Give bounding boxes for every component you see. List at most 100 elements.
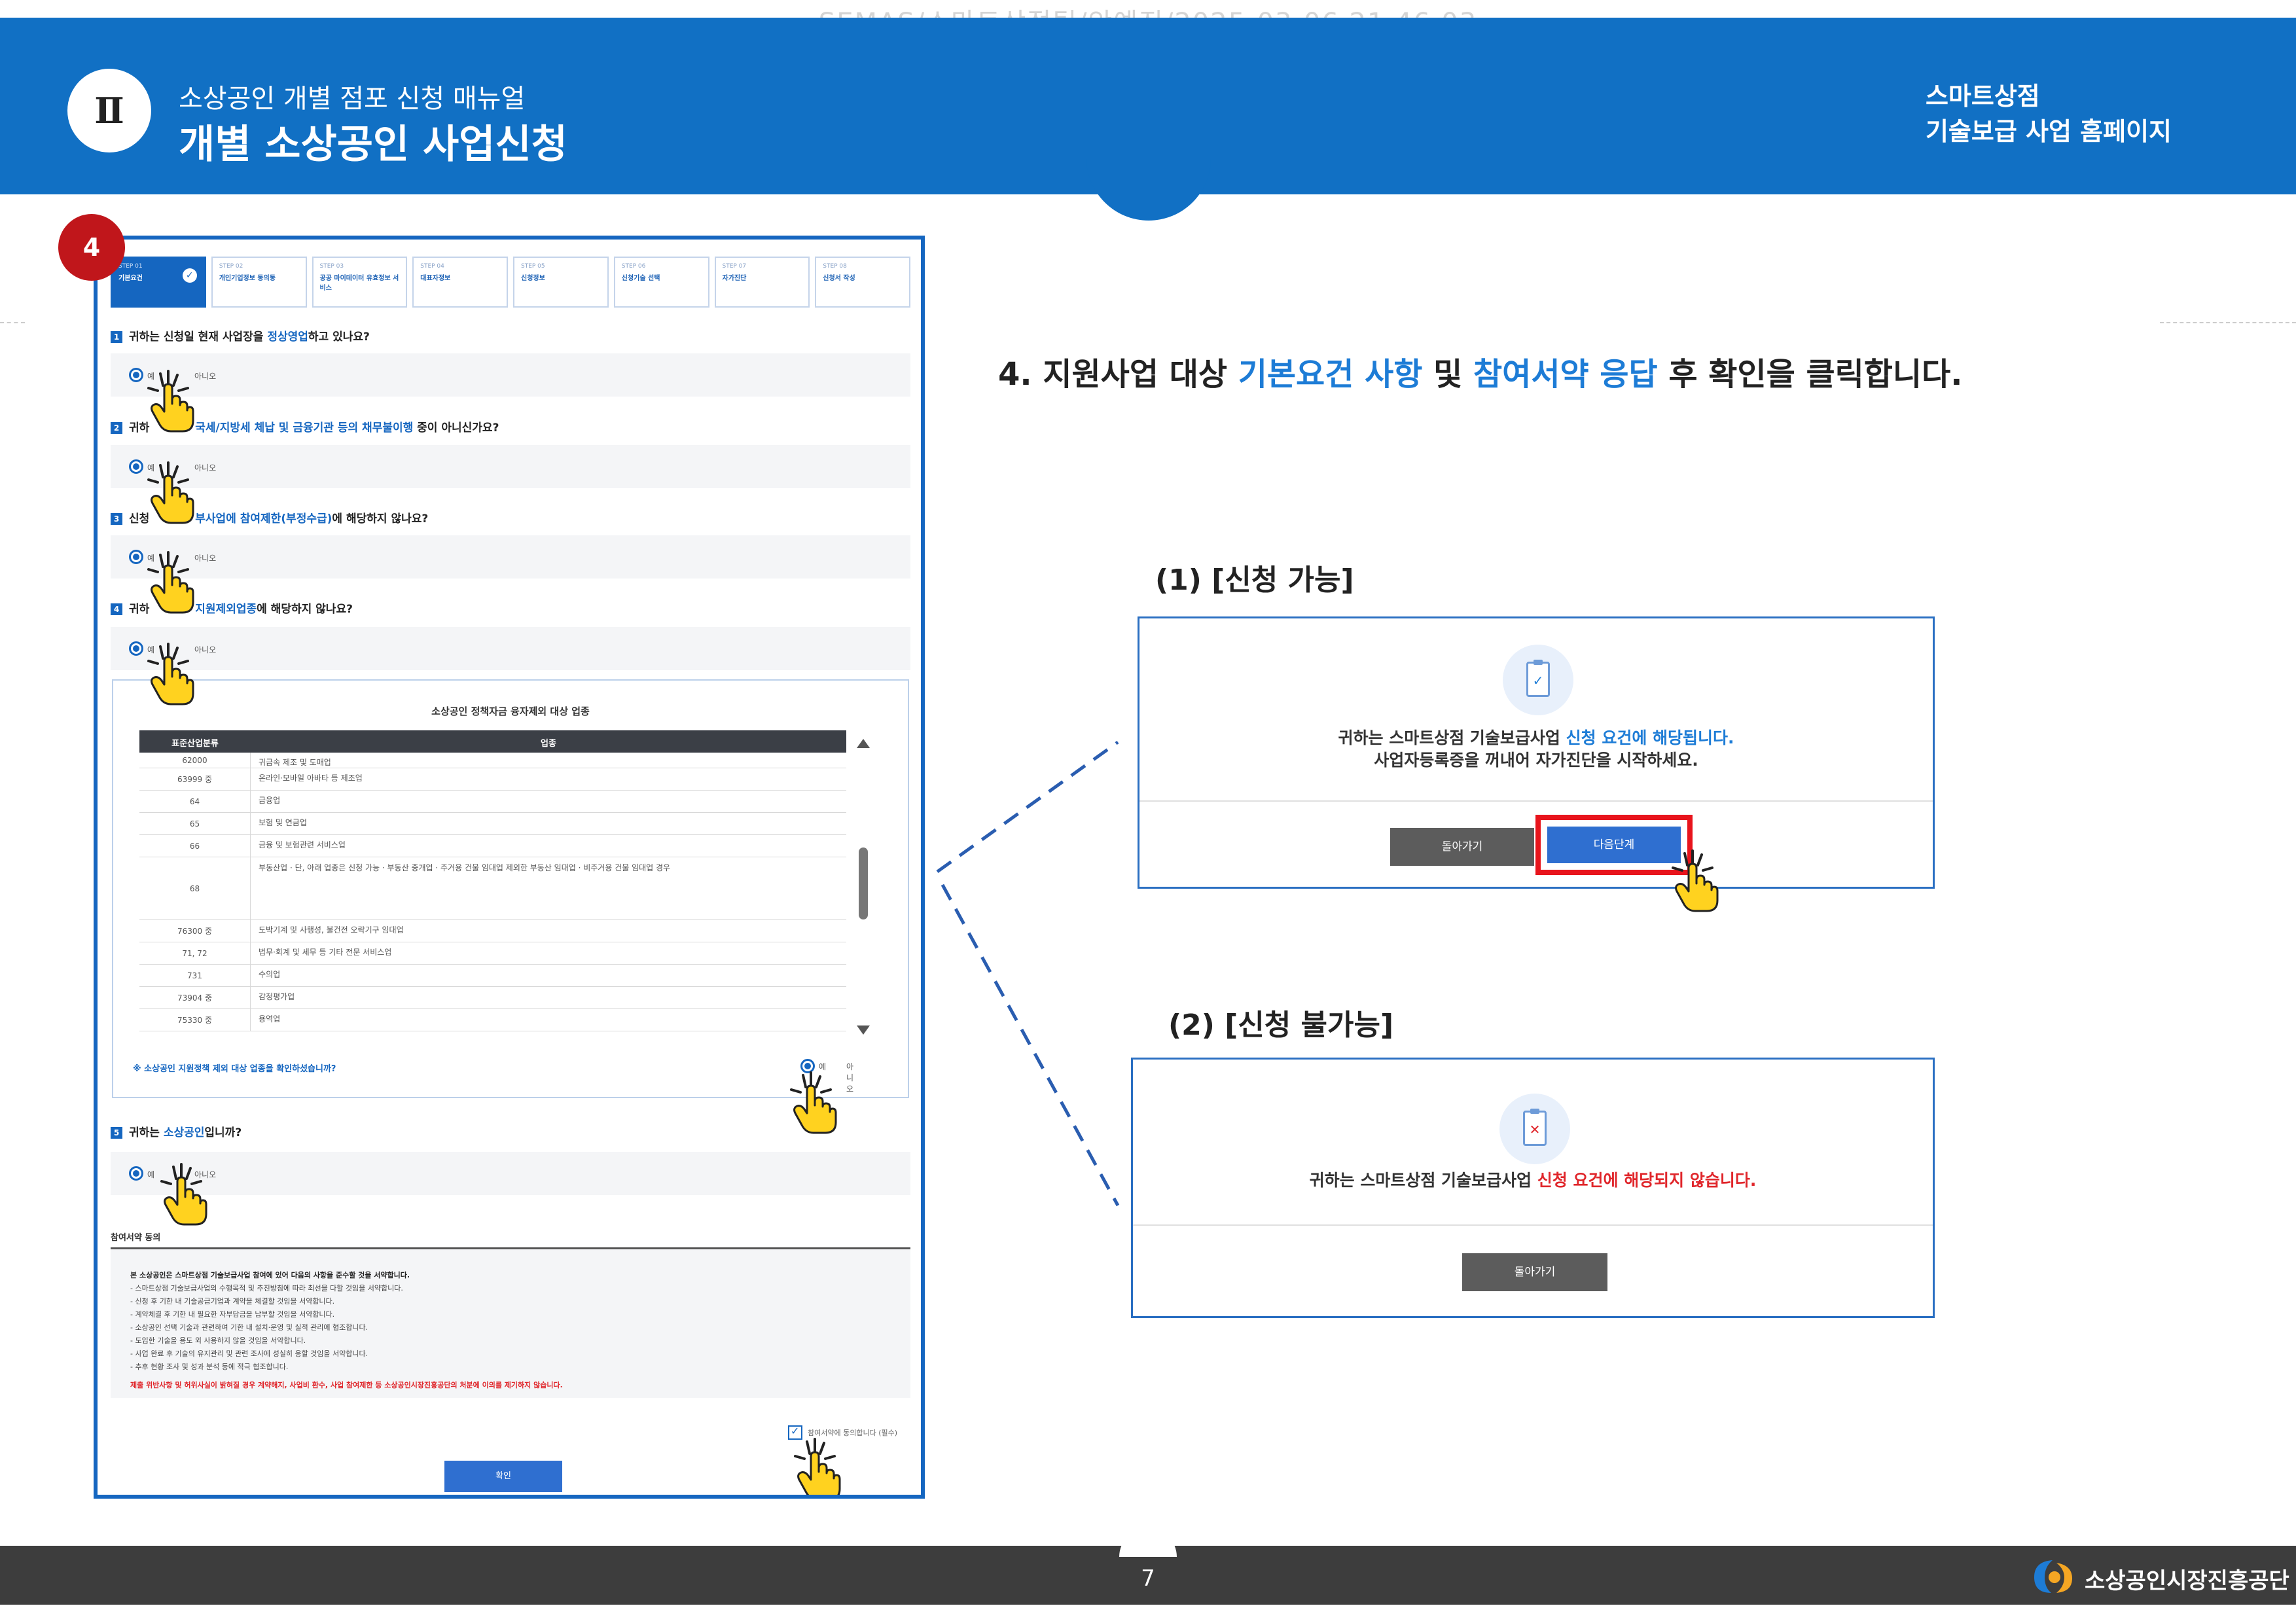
step-label: 자가진단 (722, 275, 747, 282)
instruction-highlight: 기본요건 사항 (1238, 356, 1423, 393)
question-number: 5 (111, 1127, 122, 1139)
scroll-thumb[interactable] (859, 847, 868, 919)
message-text: 사업자등록증을 꺼내어 자가진단을 시작하세요. (1374, 751, 1698, 770)
table-cell-code: 71, 72 (139, 942, 251, 964)
table-row: 76300 중 도박기계 및 사행성, 불건전 오락기구 임대업 (139, 920, 846, 942)
question-highlight: 부사업에 참여제한(부정수급) (195, 512, 332, 526)
table-cell-code: 731 (139, 965, 251, 986)
radio-no-label[interactable]: 아니오 (846, 1061, 853, 1094)
pointer-hand-icon (147, 461, 194, 524)
table-cell-code: 73904 중 (139, 987, 251, 1008)
step-06[interactable]: STEP 06 신청기술 선택 (613, 257, 709, 308)
radio-no-label[interactable]: 아니오 (194, 462, 216, 473)
question-text: 귀하는 신청일 현재 사업장을 (129, 330, 264, 344)
scroll-up-icon[interactable] (857, 739, 870, 748)
answer-row-3: 예 아니오 (111, 535, 910, 579)
table-cell-industry: 금융업 (259, 796, 281, 805)
agreement-heading: 본 소상공인은 스마트상점 기술보급사업 참여에 있어 다음의 사항을 준수할 … (130, 1271, 410, 1279)
agreement-box: 본 소상공인은 스마트상점 기술보급사업 참여에 있어 다음의 사항을 준수할 … (111, 1247, 910, 1398)
step-07[interactable]: STEP 07 자가진단 (714, 257, 810, 308)
table-body[interactable]: 62000 귀금속 제조 및 도매업 63999 중 온라인·모바일 아바타 등 제… (139, 753, 846, 1034)
question-3: 3 신청 부사업에 참여제한(부정수급)에 해당하지 않나요? (111, 509, 910, 526)
question-text: 에 해당하지 않나요? (332, 512, 429, 526)
step-label: 대표자정보 (420, 275, 451, 282)
step-number: STEP 04 (420, 263, 444, 270)
scroll-down-icon[interactable] (857, 1026, 870, 1035)
step-number: STEP 05 (521, 263, 545, 270)
table-row: 63999 중 온라인·모바일 아바타 등 제조업 (139, 768, 846, 791)
dialog-divider (1139, 800, 1933, 802)
radio-yes[interactable] (129, 550, 143, 564)
chapter-badge: Ⅱ (67, 69, 151, 152)
step-04[interactable]: STEP 04 대표자정보 (412, 257, 508, 308)
question-text: 에 해당하지 않나요? (257, 603, 353, 616)
table-row: 71, 72 법무·회계 및 세무 등 기타 전문 서비스업 (139, 942, 846, 965)
question-text: 하고 있나요? (308, 330, 370, 344)
step-01[interactable]: STEP 01 기본요건 ✓ (111, 257, 206, 308)
step-05[interactable]: STEP 05 신청정보 (513, 257, 609, 308)
agreement-item: - 사업 완료 후 기술의 유지관리 및 관련 조사에 성실히 응할 것임을 서… (130, 1349, 368, 1358)
question-2: 2 귀하 국세/지방세 체납 및 금융기관 등의 채무불이행 중이 아니신가요? (111, 418, 910, 435)
back-button[interactable]: 돌아가기 (1390, 828, 1534, 866)
table-cell-industry: 법무·회계 및 세무 등 기타 전문 서비스업 (259, 948, 392, 957)
table-header: 표준산업분류 업종 (139, 730, 846, 753)
radio-no-label[interactable]: 아니오 (194, 370, 216, 382)
question-text: 입니까? (204, 1126, 242, 1139)
table-row: 66 금융 및 보험관련 서비스업 (139, 835, 846, 857)
step-number: STEP 07 (722, 263, 747, 270)
table-cell-code: 68 (139, 857, 251, 919)
radio-no-label[interactable]: 아니오 (194, 552, 216, 563)
header-site-name: 스마트상점 기술보급 사업 홈페이지 (1926, 79, 2172, 149)
x-mark: ✕ (1529, 1122, 1541, 1137)
back-button[interactable]: 돌아가기 (1462, 1253, 1607, 1291)
column-header-industry: 업종 (541, 739, 556, 749)
instruction-text: 4. 지원사업 대상 기본요건 사항 및 참여서약 응답 후 확인을 클릭합니다… (998, 348, 1962, 394)
table-cell-code: 76300 중 (139, 920, 251, 942)
step-02[interactable]: STEP 02 개인기업정보 동의동 (211, 257, 307, 308)
step-number: STEP 03 (319, 263, 344, 270)
question-highlight: 소상공인 (163, 1126, 205, 1139)
page-title: 개별 소상공인 사업신청 (179, 122, 567, 168)
footer-org-name: 소상공인시장진흥공단 (2085, 1568, 2289, 1594)
step-08[interactable]: STEP 08 신청서 작성 (815, 257, 910, 308)
answer-row-2: 예 아니오 (111, 445, 910, 488)
message-highlight: 신청 요건에 해당됩니다. (1566, 728, 1734, 747)
step-label: 신청서 작성 (823, 275, 855, 282)
pointer-hand-icon (147, 643, 194, 705)
agreement-title: 참여서약 동의 (111, 1233, 161, 1243)
step-number: STEP 06 (621, 263, 646, 270)
next-step-button[interactable]: 다음단계 (1547, 827, 1681, 863)
radio-yes[interactable] (129, 459, 143, 474)
step-number: STEP 08 (823, 263, 847, 270)
agreement-item: - 계약체결 후 기한 내 필요한 자부담금을 납부할 것임을 서약합니다. (130, 1310, 335, 1319)
table-row: 731 수의업 (139, 965, 846, 987)
table-scrollbar[interactable] (855, 736, 872, 1037)
step-03[interactable]: STEP 03 공공 마이데이터 유효정보 서비스 (312, 257, 408, 308)
table-cell-code: 62000 (139, 753, 251, 768)
table-row: 68 부동산업 · 단, 아래 업종은 신청 가능 · 부동산 중개업 · 주거용… (139, 857, 846, 920)
instruction-part: 4. 지원사업 대상 (998, 356, 1238, 393)
question-text: 중이 아니신가요? (417, 421, 499, 435)
answer-row-5: 예 아니오 (111, 1152, 910, 1195)
confirm-button[interactable]: 확인 (444, 1461, 562, 1492)
agreement-item: - 신청 후 기한 내 기술공급기업과 계약을 체결할 것임을 서약합니다. (130, 1297, 335, 1306)
question-number: 3 (111, 513, 122, 525)
question-1: 1 귀하는 신청일 현재 사업장을 정상영업하고 있나요? (111, 327, 910, 344)
radio-yes[interactable] (129, 368, 143, 382)
header-subtitle: 소상공인 개별 점포 신청 매뉴얼 (179, 84, 526, 114)
table-title: 소상공인 정책자금 융자제외 대상 업종 (431, 705, 590, 717)
step-number: STEP 02 (219, 263, 243, 270)
application-screenshot: STEP 01 기본요건 ✓ STEP 02 개인기업정보 동의동 STEP 0… (94, 236, 925, 1499)
check-mark: ✓ (1532, 673, 1544, 688)
table-cell-industry: 보험 및 연금업 (259, 818, 307, 827)
step-number-badge: 4 (58, 214, 125, 281)
pointer-hand-icon (147, 551, 194, 614)
radio-no-label[interactable]: 아니오 (194, 644, 216, 655)
table-cell-industry: 금융 및 보험관련 서비스업 (259, 840, 346, 849)
divider-left (0, 322, 25, 323)
message-text: 귀하는 스마트상점 기술보급사업 (1309, 1171, 1537, 1190)
radio-yes[interactable] (129, 641, 143, 656)
radio-yes[interactable] (129, 1166, 143, 1181)
clipboard-x-icon: ✕ (1499, 1094, 1570, 1164)
table-cell-industry: 수의업 (259, 970, 281, 979)
